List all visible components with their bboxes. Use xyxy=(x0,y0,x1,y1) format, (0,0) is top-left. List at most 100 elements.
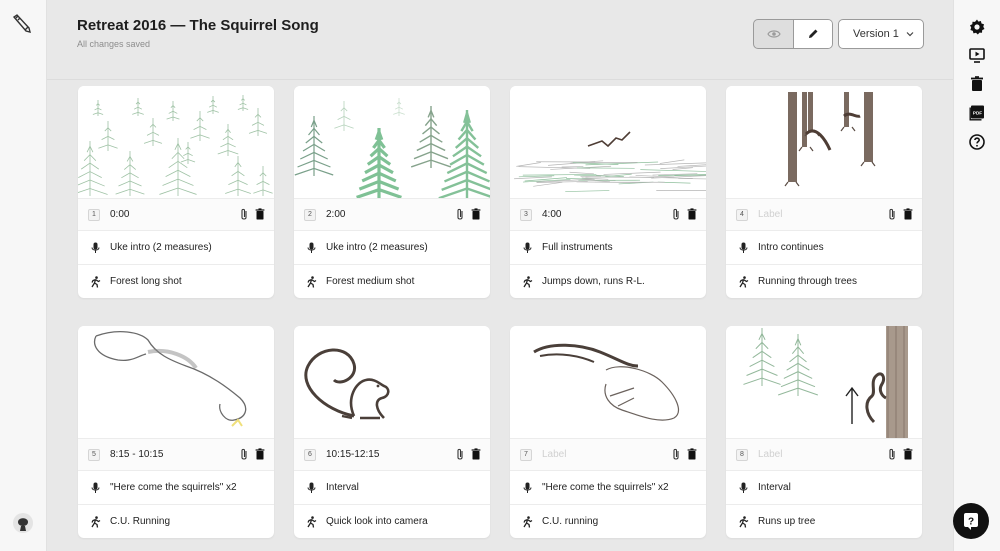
running-figure-icon xyxy=(307,515,317,528)
view-mode-button[interactable] xyxy=(754,20,793,48)
panel-audio-row[interactable]: Interval xyxy=(294,470,490,504)
running-figure-icon xyxy=(91,515,101,528)
panel-audio-row[interactable]: "Here come the squirrels" x2 xyxy=(78,470,274,504)
question-icon[interactable] xyxy=(968,133,986,151)
panel-audio-row[interactable]: Intro continues xyxy=(726,230,922,264)
panel-audio-row[interactable]: Full instruments xyxy=(510,230,706,264)
paperclip-icon[interactable] xyxy=(239,448,249,461)
panel-action-text: Running through trees xyxy=(758,276,857,287)
trash-icon[interactable] xyxy=(255,208,265,220)
help-bubble-icon: ? xyxy=(964,513,978,530)
panel-sketch[interactable] xyxy=(726,326,922,438)
panel-audio-row[interactable]: Uke intro (2 measures) xyxy=(78,230,274,264)
panel-action-row[interactable]: Jumps down, runs R-L. xyxy=(510,264,706,298)
panel-time-field[interactable]: 0:00 xyxy=(110,209,129,220)
trash-icon[interactable] xyxy=(687,448,697,460)
running-figure-icon xyxy=(739,275,749,288)
panel-card[interactable]: 5 8:15 - 10:15 "Here come the squirrels"… xyxy=(78,326,274,538)
panel-time-field[interactable]: 2:00 xyxy=(326,209,345,220)
panel-action-text: C.U. running xyxy=(542,516,599,527)
gear-icon[interactable] xyxy=(968,18,986,36)
panel-meta-row: 2 2:00 xyxy=(294,198,490,230)
panel-action-row[interactable]: C.U. running xyxy=(510,504,706,538)
pencil-icon[interactable] xyxy=(10,12,34,36)
panel-time-field[interactable]: 8:15 - 10:15 xyxy=(110,449,163,460)
trash-icon[interactable] xyxy=(471,208,481,220)
panel-card[interactable]: 6 10:15-12:15 Interval Quick look into c… xyxy=(294,326,490,538)
version-select[interactable]: Version 1 xyxy=(838,19,924,49)
panel-action-row[interactable]: Quick look into camera xyxy=(294,504,490,538)
trash-icon[interactable] xyxy=(255,448,265,460)
panel-sketch[interactable] xyxy=(294,86,490,198)
trash-icon[interactable] xyxy=(903,208,913,220)
trash-icon[interactable] xyxy=(471,448,481,460)
paperclip-icon[interactable] xyxy=(671,448,681,461)
running-figure-icon xyxy=(91,275,101,288)
panel-action-row[interactable]: C.U. Running xyxy=(78,504,274,538)
trash-icon[interactable] xyxy=(687,208,697,220)
edit-mode-button[interactable] xyxy=(793,20,832,48)
panel-audio-text: Full instruments xyxy=(542,242,613,253)
trash-icon[interactable] xyxy=(968,75,986,93)
panel-meta-row: 6 10:15-12:15 xyxy=(294,438,490,470)
trash-icon[interactable] xyxy=(903,448,913,460)
paperclip-icon[interactable] xyxy=(887,448,897,461)
panel-audio-text: Uke intro (2 measures) xyxy=(110,242,212,253)
panel-card[interactable]: 7 Label "Here come the squirrels" x2 C.U… xyxy=(510,326,706,538)
panel-sketch[interactable] xyxy=(78,326,274,438)
play-slideshow-icon[interactable] xyxy=(968,46,986,64)
panel-audio-text: Interval xyxy=(326,482,359,493)
storyboard-main: Retreat 2016 — The Squirrel Song All cha… xyxy=(47,0,953,551)
paperclip-icon[interactable] xyxy=(239,208,249,221)
panel-time-field[interactable]: 10:15-12:15 xyxy=(326,449,379,460)
sketch-drawing xyxy=(743,326,908,438)
paperclip-icon[interactable] xyxy=(887,208,897,221)
panel-audio-row[interactable]: Interval xyxy=(726,470,922,504)
paperclip-icon[interactable] xyxy=(455,208,465,221)
panel-time-field[interactable]: Label xyxy=(758,209,782,220)
panel-action-row[interactable]: Runs up tree xyxy=(726,504,922,538)
panel-action-text: Forest medium shot xyxy=(326,276,415,287)
panel-action-row[interactable]: Running through trees xyxy=(726,264,922,298)
panel-audio-row[interactable]: Uke intro (2 measures) xyxy=(294,230,490,264)
panel-sketch[interactable] xyxy=(726,86,922,198)
microphone-icon xyxy=(91,242,100,253)
panel-audio-text: Interval xyxy=(758,482,791,493)
panel-number: 1 xyxy=(88,208,100,221)
panel-sketch[interactable] xyxy=(78,86,274,198)
version-label: Version 1 xyxy=(853,28,899,40)
panel-meta-row: 7 Label xyxy=(510,438,706,470)
panel-action-row[interactable]: Forest medium shot xyxy=(294,264,490,298)
panel-card[interactable]: 3 4:00 Full instruments Jumps down, runs… xyxy=(510,86,706,298)
pdf-icon[interactable]: PDF xyxy=(968,104,986,122)
sketch-drawing xyxy=(304,348,390,420)
sketch-drawing xyxy=(78,95,273,196)
right-rail: PDF xyxy=(953,0,1000,551)
svg-text:?: ? xyxy=(968,517,974,528)
panel-card[interactable]: 2 2:00 Uke intro (2 measures) Forest med… xyxy=(294,86,490,298)
panel-time-field[interactable]: 4:00 xyxy=(542,209,561,220)
microphone-icon xyxy=(523,242,532,253)
avatar[interactable] xyxy=(12,512,34,534)
panel-sketch[interactable] xyxy=(510,86,706,198)
panel-sketch[interactable] xyxy=(510,326,706,438)
panel-time-field[interactable]: Label xyxy=(542,449,566,460)
panel-time-field[interactable]: Label xyxy=(758,449,782,460)
panel-card[interactable]: 8 Label Interval Runs up tree xyxy=(726,326,922,538)
pencil-icon xyxy=(809,29,818,38)
chevron-down-icon xyxy=(906,32,914,37)
panel-sketch[interactable] xyxy=(294,326,490,438)
panel-action-row[interactable]: Forest long shot xyxy=(78,264,274,298)
help-chat-button[interactable]: ? xyxy=(953,503,989,539)
left-rail xyxy=(0,0,47,551)
paperclip-icon[interactable] xyxy=(455,448,465,461)
panel-audio-row[interactable]: "Here come the squirrels" x2 xyxy=(510,470,706,504)
running-figure-icon xyxy=(739,515,749,528)
microphone-icon xyxy=(307,242,316,253)
panel-card[interactable]: 4 Label Intro continues Running through … xyxy=(726,86,922,298)
panel-card[interactable]: 1 0:00 Uke intro (2 measures) Forest lon… xyxy=(78,86,274,298)
svg-text:PDF: PDF xyxy=(973,110,982,115)
panel-meta-row: 5 8:15 - 10:15 xyxy=(78,438,274,470)
microphone-icon xyxy=(307,482,316,493)
paperclip-icon[interactable] xyxy=(671,208,681,221)
